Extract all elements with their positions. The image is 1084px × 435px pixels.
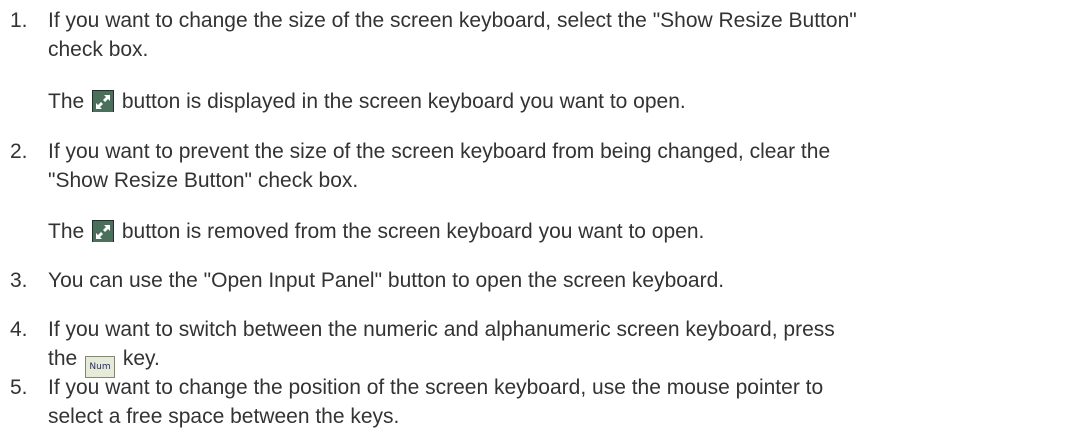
step-text: If you want to prevent the size of the s… bbox=[48, 137, 1078, 195]
step-text: If you want to change the position of th… bbox=[48, 373, 1078, 431]
resize-icon bbox=[92, 90, 115, 112]
note-text-after: button is displayed in the screen keyboa… bbox=[116, 90, 686, 113]
step-number: 4. bbox=[10, 318, 28, 341]
note-text-after: button is removed from the screen keyboa… bbox=[116, 220, 705, 243]
step-text-line: If you want to change the size of the sc… bbox=[48, 9, 857, 32]
step-text-line: If you want to change the position of th… bbox=[48, 376, 824, 399]
note-text-before: The bbox=[48, 220, 91, 243]
step-text: If you want to change the size of the sc… bbox=[48, 6, 1078, 64]
line-text-before: the bbox=[48, 347, 84, 370]
step-text-line: "Show Resize Button" check box. bbox=[48, 169, 359, 192]
note-text-before: The bbox=[48, 90, 91, 113]
line-text-after: key. bbox=[117, 347, 160, 370]
step-number: 5. bbox=[10, 376, 28, 399]
step-1-note: The button is displayed in the screen ke… bbox=[48, 87, 1078, 116]
step-text-line: check box. bbox=[48, 38, 149, 61]
step-text: You can use the "Open Input Panel" butto… bbox=[48, 266, 1078, 295]
step-text-line: If you want to switch between the numeri… bbox=[48, 318, 835, 341]
resize-icon bbox=[92, 220, 115, 242]
step-number: 3. bbox=[10, 269, 28, 292]
step-text-line: select a free space between the keys. bbox=[48, 405, 400, 428]
step-number: 2. bbox=[10, 140, 28, 163]
step-number: 1. bbox=[10, 9, 28, 32]
step-text: If you want to switch between the numeri… bbox=[48, 315, 1078, 378]
step-2-note: The button is removed from the screen ke… bbox=[48, 217, 1078, 246]
step-text-line: If you want to prevent the size of the s… bbox=[48, 140, 831, 163]
step-text-line: You can use the "Open Input Panel" butto… bbox=[48, 269, 725, 292]
